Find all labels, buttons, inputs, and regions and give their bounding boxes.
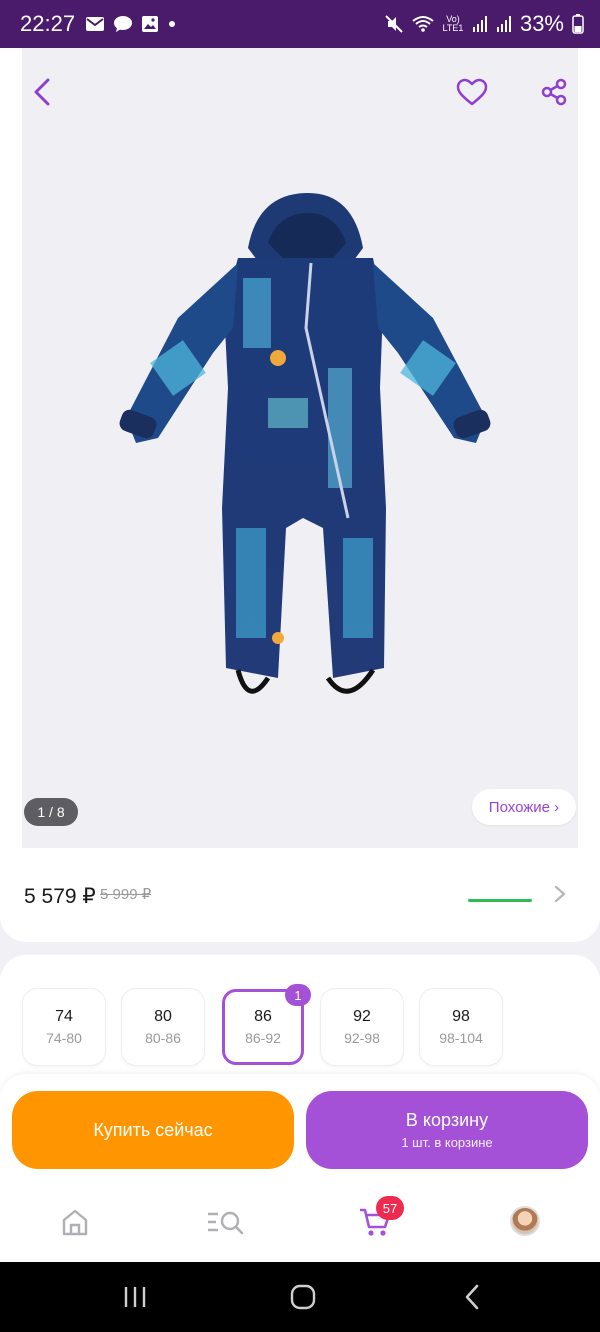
current-price: 5 579 ₽ (24, 885, 96, 908)
size-value: 98 (452, 1008, 470, 1025)
price-indicator-line (468, 899, 532, 902)
profile-avatar[interactable] (510, 1206, 540, 1236)
size-option[interactable]: 92 92-98 (321, 989, 403, 1065)
status-bar: 22:27 Vo) LTE1 33% (0, 0, 600, 48)
network-type-label: Vo) LTE1 (442, 14, 464, 33)
size-range: 86-92 (245, 1030, 281, 1046)
size-option[interactable]: 80 80-86 (122, 989, 204, 1065)
buy-now-button[interactable]: Купить сейчас (12, 1091, 294, 1169)
product-image[interactable] (118, 188, 492, 718)
size-value: 86 (254, 1008, 272, 1025)
size-value: 92 (353, 1008, 371, 1025)
heart-icon (456, 78, 488, 106)
system-back-button[interactable] (452, 1282, 492, 1312)
cart-count-badge: 57 (376, 1196, 404, 1220)
chevron-right-icon[interactable] (550, 884, 570, 904)
size-option[interactable]: 98 98-104 (420, 989, 502, 1065)
battery-percent: 33% (519, 11, 564, 36)
home-icon (62, 1209, 88, 1236)
nav-catalog[interactable] (205, 1202, 245, 1242)
favorite-button[interactable] (450, 70, 494, 114)
price-section: 5 579 ₽ 5 999 ₽ (0, 848, 600, 942)
size-value: 80 (154, 1008, 172, 1025)
size-value: 74 (55, 1008, 73, 1025)
image-counter: 1 / 8 (24, 798, 78, 826)
size-option[interactable]: 74 74-80 (23, 989, 105, 1065)
mail-icon (86, 17, 105, 31)
home-circle-icon (290, 1284, 316, 1310)
dot-icon (169, 21, 176, 27)
recent-apps-button[interactable] (115, 1282, 155, 1312)
product-gallery[interactable]: 1 / 8 Похожие › (0, 48, 600, 858)
notification-icons (85, 15, 177, 33)
size-range: 92-98 (344, 1030, 380, 1046)
back-icon (34, 78, 50, 106)
status-time: 22:27 (20, 11, 76, 36)
add-to-cart-label: В корзину (405, 1110, 489, 1130)
similar-button[interactable]: Похожие › (472, 789, 576, 825)
system-status-icons: Vo) LTE1 33% (384, 11, 584, 37)
size-range: 74-80 (46, 1030, 82, 1046)
system-back-icon (465, 1284, 479, 1310)
in-cart-count-badge: 1 (285, 984, 311, 1006)
in-cart-status: 1 шт. в корзине (401, 1135, 493, 1150)
battery-icon (572, 14, 584, 34)
share-icon (541, 78, 567, 106)
signal-icon (472, 16, 487, 32)
signal-icon (496, 16, 511, 32)
image-icon (142, 16, 159, 32)
recent-apps-icon (124, 1287, 146, 1307)
size-range: 80-86 (145, 1030, 181, 1046)
catalog-search-icon (208, 1211, 244, 1235)
size-range: 98-104 (439, 1030, 483, 1046)
share-button[interactable] (532, 70, 576, 114)
old-price: 5 999 ₽ (100, 886, 152, 903)
purchase-actions: Купить сейчас В корзину 1 шт. в корзине (0, 1074, 600, 1184)
nav-home[interactable] (55, 1202, 95, 1242)
mute-icon (385, 15, 403, 33)
wifi-icon (412, 16, 434, 32)
home-button[interactable] (283, 1282, 323, 1312)
add-to-cart-button[interactable]: В корзину 1 шт. в корзине (306, 1091, 588, 1169)
system-navigation-bar (0, 1262, 600, 1332)
chat-icon (114, 16, 133, 32)
back-button[interactable] (20, 70, 64, 114)
